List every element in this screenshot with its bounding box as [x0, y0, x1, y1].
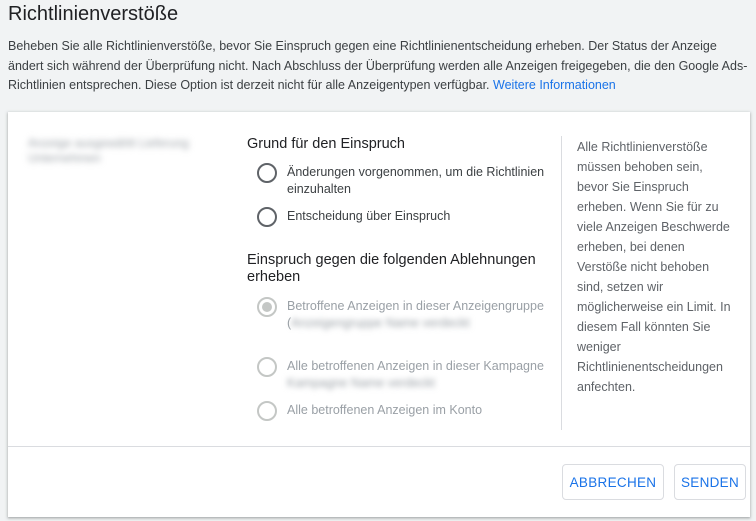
- radio-label: Entscheidung über Einspruch: [287, 209, 451, 223]
- radio-button: [257, 401, 277, 421]
- radio-label: Alle betroffenen Anzeigen im Konto: [287, 403, 483, 417]
- radio-option-campaign: Alle betroffenen Anzeigen in dieser Kamp…: [257, 357, 557, 392]
- side-note: Alle Richtlinienverstöße müssen behoben …: [577, 140, 731, 394]
- radio-label: Betroffene Anzeigen in dieser Anzeigengr…: [287, 297, 557, 332]
- radio-option-changes-made[interactable]: Änderungen vorgenommen, um die Richtlini…: [257, 163, 557, 198]
- radio-label: Änderungen vorgenommen, um die Richtlini…: [287, 165, 545, 196]
- radio-option-account: Alle betroffenen Anzeigen im Konto: [257, 401, 557, 421]
- footer-divider: [8, 446, 750, 447]
- radio-option-dispute-decision[interactable]: Entscheidung über Einspruch: [257, 207, 557, 227]
- blurred-ad-group-name: Anzeigengruppe Name verdeckt: [291, 316, 470, 330]
- page-title: Richtlinienverstöße: [8, 3, 179, 25]
- radio-option-ad-group: Betroffene Anzeigen in dieser Anzeigengr…: [257, 297, 557, 332]
- blurred-campaign-name: Kampagne Name verdeckt: [287, 376, 435, 390]
- blurred-ad-name: Anzeige ausgewählt Lieferung Unternehmen: [28, 136, 189, 165]
- appeal-card: Anzeige ausgewählt Lieferung Unternehmen…: [8, 112, 750, 517]
- radio-label: Alle betroffenen Anzeigen in dieser Kamp…: [287, 357, 557, 392]
- intro-body: Beheben Sie alle Richtlinienverstöße, be…: [8, 39, 748, 92]
- intro-text: Beheben Sie alle Richtlinienverstöße, be…: [8, 37, 750, 96]
- learn-more-link[interactable]: Weitere Informationen: [493, 78, 616, 92]
- radio-label-text: Alle betroffenen Anzeigen in dieser Kamp…: [287, 359, 544, 373]
- reason-heading: Grund für den Einspruch: [247, 136, 405, 152]
- radio-button[interactable]: [257, 207, 277, 227]
- send-button[interactable]: SENDEN: [674, 464, 746, 500]
- side-divider: [561, 136, 562, 430]
- radio-button[interactable]: [257, 163, 277, 183]
- scope-heading: Einspruch gegen die folgenden Ablehnunge…: [247, 252, 536, 285]
- cancel-button[interactable]: ABBRECHEN: [562, 464, 664, 500]
- radio-button: [257, 357, 277, 377]
- radio-button: [257, 297, 277, 317]
